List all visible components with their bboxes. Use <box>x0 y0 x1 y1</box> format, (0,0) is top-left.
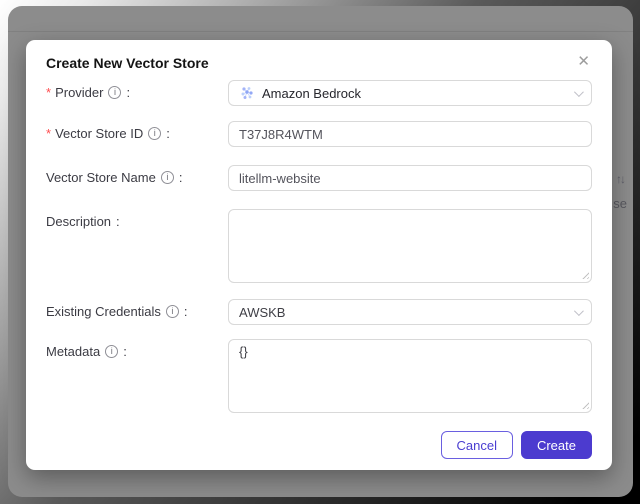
existing-credentials-row: Existing Credentials i : AWSKB <box>46 299 592 325</box>
vector-store-name-label: Vector Store Name i : <box>46 170 183 185</box>
chevron-down-icon <box>573 86 584 97</box>
description-row: Description : <box>46 209 592 283</box>
description-label: Description : <box>46 214 120 229</box>
provider-select[interactable]: Amazon Bedrock <box>228 80 592 106</box>
provider-label: * Provider i : <box>46 85 131 100</box>
modal-footer: Cancel Create <box>46 431 592 459</box>
vector-store-name-row: Vector Store Name i : <box>46 165 592 191</box>
info-icon[interactable]: i <box>108 86 122 99</box>
provider-select-value: Amazon Bedrock <box>262 85 361 101</box>
close-icon[interactable]: ✕ <box>575 54 592 69</box>
create-vector-store-modal: Create New Vector Store ✕ * Provider i : <box>26 40 612 470</box>
info-icon[interactable]: i <box>160 171 174 184</box>
required-marker: * <box>46 85 52 100</box>
required-marker: * <box>46 126 52 141</box>
background-nav-divider <box>8 31 633 32</box>
vector-store-id-label: * Vector Store ID i : <box>46 126 170 141</box>
background-partial-text: se <box>613 196 627 211</box>
vector-store-name-input[interactable] <box>228 165 592 191</box>
vector-store-id-input[interactable] <box>228 121 592 147</box>
metadata-textarea[interactable]: {} <box>228 339 592 413</box>
sort-arrows-icon: ↑↓ <box>616 172 626 186</box>
create-button[interactable]: Create <box>520 431 592 459</box>
existing-credentials-label: Existing Credentials i : <box>46 304 188 319</box>
vector-store-id-row: * Vector Store ID i : <box>46 121 592 147</box>
description-textarea[interactable] <box>228 209 592 283</box>
metadata-label: Metadata i : <box>46 344 127 359</box>
existing-credentials-select-value: AWSKB <box>239 304 286 320</box>
metadata-row: Metadata i : {} <box>46 339 592 413</box>
provider-row: * Provider i : Amazon Bedrock <box>46 80 592 106</box>
cancel-button[interactable]: Cancel <box>440 431 513 459</box>
info-icon[interactable]: i <box>165 305 179 318</box>
chevron-down-icon <box>573 305 584 316</box>
info-icon[interactable]: i <box>105 345 119 358</box>
modal-title: Create New Vector Store <box>46 55 209 71</box>
existing-credentials-select[interactable]: AWSKB <box>228 299 592 325</box>
modal-header: Create New Vector Store ✕ <box>46 54 592 72</box>
info-icon[interactable]: i <box>148 127 162 140</box>
amazon-bedrock-icon <box>239 85 255 101</box>
